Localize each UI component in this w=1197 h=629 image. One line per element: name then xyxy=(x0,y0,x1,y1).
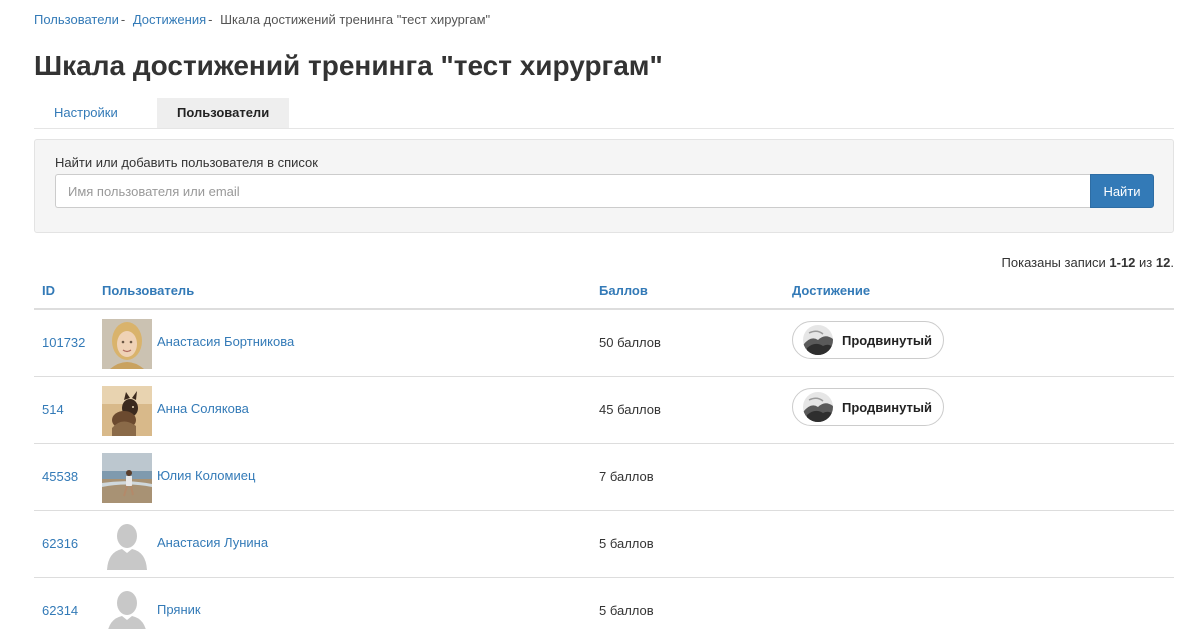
search-panel: Найти или добавить пользователя в список… xyxy=(34,139,1174,233)
search-label: Найти или добавить пользователя в список xyxy=(55,155,318,170)
search-input[interactable] xyxy=(55,174,1091,208)
records-prefix: Показаны записи xyxy=(1001,255,1106,270)
default-user-icon[interactable] xyxy=(102,520,152,570)
user-score: 50 баллов xyxy=(599,335,661,350)
header-score[interactable]: Баллов xyxy=(599,283,648,298)
tab-users[interactable]: Пользователи xyxy=(157,98,290,128)
tabs: Настройки Пользователи xyxy=(34,98,1174,129)
user-id-link[interactable]: 62316 xyxy=(42,536,78,551)
achievement-label: Продвинутый xyxy=(842,332,932,348)
tab-settings[interactable]: Настройки xyxy=(34,98,138,128)
user-name-link[interactable]: Пряник xyxy=(157,602,201,617)
user-id-link[interactable]: 62314 xyxy=(42,603,78,618)
achievement-image-icon xyxy=(803,325,833,355)
user-name-link[interactable]: Анна Солякова xyxy=(157,401,249,416)
records-of: из xyxy=(1139,255,1153,270)
breadcrumb-current: Шкала достижений тренинга "тест хирургам… xyxy=(220,12,491,27)
header-id[interactable]: ID xyxy=(42,283,55,298)
records-range: 1-12 xyxy=(1109,255,1136,270)
user-score: 5 баллов xyxy=(599,603,654,618)
table-row: 45538 Юлия Коломиец 7 баллов xyxy=(34,444,1174,511)
table-row: 62314 Пряник 5 баллов xyxy=(34,578,1174,629)
records-info: Показаны записи 1-12 из 12. xyxy=(1002,255,1174,270)
breadcrumb: Пользователи - Достижения - Шкала достижен… xyxy=(34,12,490,27)
page-title: Шкала достижений тренинга "тест хирургам… xyxy=(34,50,663,81)
table-header: ID Пользователь Баллов Достижение xyxy=(34,272,1174,310)
photo-dog-icon[interactable] xyxy=(102,386,152,436)
breadcrumb-link-achievements[interactable]: Достижения xyxy=(133,12,206,27)
breadcrumb-separator: - xyxy=(208,12,213,27)
records-suffix: . xyxy=(1170,255,1174,270)
achievement-badge[interactable]: Продвинутый xyxy=(792,321,944,359)
table-row: 101732 Анастасия Бортникова 50 баллов Пр… xyxy=(34,310,1174,377)
breadcrumb-separator: - xyxy=(120,12,126,27)
user-id-link[interactable]: 45538 xyxy=(42,469,78,484)
header-achievement[interactable]: Достижение xyxy=(792,283,870,298)
default-user-icon[interactable] xyxy=(102,587,152,629)
users-table: ID Пользователь Баллов Достижение 101732… xyxy=(34,272,1174,629)
photo-woman-icon[interactable] xyxy=(102,319,152,369)
user-name-link[interactable]: Юлия Коломиец xyxy=(157,468,255,483)
search-button[interactable]: Найти xyxy=(1090,174,1154,208)
achievement-image-icon xyxy=(803,392,833,422)
photo-beach-icon[interactable] xyxy=(102,453,152,503)
table-row: 62316 Анастасия Лунина 5 баллов xyxy=(34,511,1174,578)
user-name-link[interactable]: Анастасия Лунина xyxy=(157,535,268,550)
user-score: 7 баллов xyxy=(599,469,654,484)
user-name-link[interactable]: Анастасия Бортникова xyxy=(157,334,294,349)
user-score: 5 баллов xyxy=(599,536,654,551)
user-score: 45 баллов xyxy=(599,402,661,417)
user-id-link[interactable]: 514 xyxy=(42,402,64,417)
table-row: 514 Анна Солякова 45 баллов Продвинутый xyxy=(34,377,1174,444)
achievement-badge[interactable]: Продвинутый xyxy=(792,388,944,426)
user-id-link[interactable]: 101732 xyxy=(42,335,85,350)
achievement-label: Продвинутый xyxy=(842,399,932,415)
header-user[interactable]: Пользователь xyxy=(102,283,194,298)
breadcrumb-link-users[interactable]: Пользователи xyxy=(34,12,119,27)
records-total: 12 xyxy=(1155,255,1171,270)
